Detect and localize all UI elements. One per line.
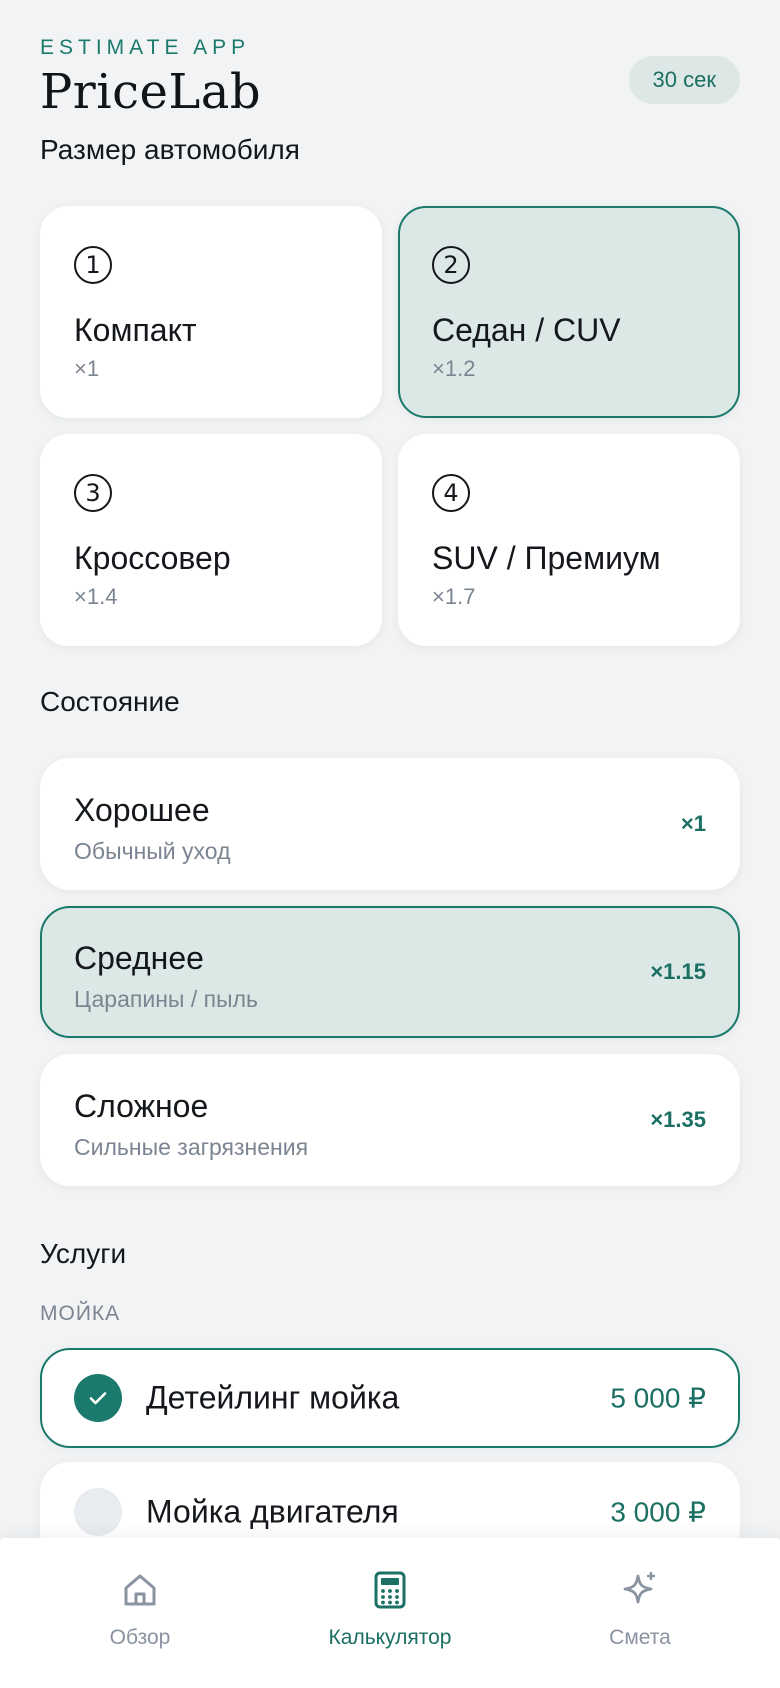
service-price: 5 000 ₽ bbox=[610, 1382, 706, 1414]
condition-description: Царапины / пыль bbox=[74, 986, 258, 1012]
size-name: Седан / CUV bbox=[432, 312, 621, 348]
condition-section-title: Состояние bbox=[40, 686, 180, 717]
service-price: 3 000 ₽ bbox=[610, 1496, 706, 1528]
home-icon bbox=[124, 1574, 156, 1606]
condition-description: Сильные загрязнения bbox=[74, 1134, 309, 1160]
condition-multiplier: ×1.15 bbox=[650, 959, 706, 984]
timer-badge: 30 сек bbox=[628, 56, 740, 104]
service-checkbox[interactable] bbox=[74, 1374, 122, 1422]
app-eyebrow: ESTIMATE APP bbox=[40, 36, 251, 59]
calculator-icon bbox=[374, 1571, 406, 1609]
nav-label: Смета bbox=[609, 1626, 671, 1649]
nav-item-estimate[interactable]: Смета bbox=[540, 1568, 740, 1668]
size-multiplier: ×1.2 bbox=[432, 356, 476, 381]
nav-label: Калькулятор bbox=[328, 1626, 452, 1649]
size-multiplier: ×1.4 bbox=[74, 584, 118, 609]
condition-multiplier: ×1.35 bbox=[650, 1107, 706, 1132]
condition-description: Обычный уход bbox=[74, 838, 231, 864]
size-number-badge: 3 bbox=[74, 474, 112, 512]
condition-card-good[interactable]: Хорошее Обычный уход ×1 bbox=[40, 758, 740, 890]
check-icon bbox=[89, 1392, 107, 1405]
size-section-title: Размер автомобиля bbox=[40, 134, 300, 165]
size-multiplier: ×1.7 bbox=[432, 584, 476, 609]
nav-label: Обзор bbox=[109, 1626, 171, 1649]
nav-item-calculator[interactable]: Калькулятор bbox=[290, 1568, 490, 1668]
sparkle-icon bbox=[623, 1571, 656, 1604]
nav-item-overview[interactable]: Обзор bbox=[40, 1568, 240, 1668]
size-multiplier: ×1 bbox=[74, 356, 100, 381]
size-number-badge: 1 bbox=[74, 246, 112, 284]
condition-multiplier: ×1 bbox=[680, 811, 706, 836]
bottom-navigation: Обзор Калькулятор Смета bbox=[0, 1538, 780, 1688]
size-name: Компакт bbox=[74, 312, 197, 348]
app-title: PriceLab bbox=[40, 64, 262, 120]
services-section-title: Услуги bbox=[40, 1238, 127, 1269]
service-group-label: МОЙКА bbox=[40, 1302, 121, 1325]
condition-card-medium[interactable]: Среднее Царапины / пыль ×1.15 bbox=[40, 906, 740, 1038]
size-card-compact[interactable]: 1 Компакт ×1 bbox=[40, 206, 382, 418]
service-name: Детейлинг мойка bbox=[146, 1379, 400, 1416]
condition-name: Хорошее bbox=[74, 792, 210, 828]
size-name: SUV / Премиум bbox=[432, 540, 661, 576]
size-card-suv[interactable]: 4 SUV / Премиум ×1.7 bbox=[398, 434, 740, 646]
service-checkbox[interactable] bbox=[74, 1488, 122, 1536]
size-number-badge: 2 bbox=[432, 246, 470, 284]
size-card-sedan[interactable]: 2 Седан / CUV ×1.2 bbox=[398, 206, 740, 418]
service-row-detailing-wash[interactable]: Детейлинг мойка 5 000 ₽ bbox=[40, 1348, 740, 1448]
condition-name: Среднее bbox=[74, 940, 204, 976]
condition-card-hard[interactable]: Сложное Сильные загрязнения ×1.35 bbox=[40, 1054, 740, 1186]
size-number-badge: 4 bbox=[432, 474, 470, 512]
condition-name: Сложное bbox=[74, 1088, 209, 1124]
service-name: Мойка двигателя bbox=[146, 1493, 399, 1530]
size-name: Кроссовер bbox=[74, 540, 231, 576]
size-card-crossover[interactable]: 3 Кроссовер ×1.4 bbox=[40, 434, 382, 646]
estimate-screen: ESTIMATE APP PriceLab 30 сек Размер авто… bbox=[0, 0, 780, 1688]
